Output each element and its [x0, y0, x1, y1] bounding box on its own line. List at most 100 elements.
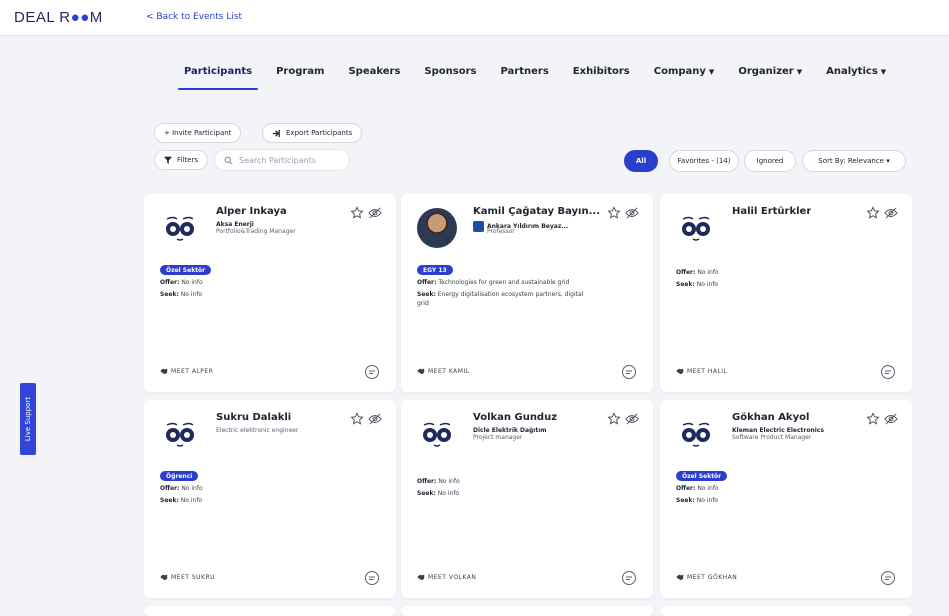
handshake-icon — [417, 574, 425, 581]
filter-ignored-button[interactable]: Ignored — [744, 150, 796, 172]
favorite-star-icon[interactable] — [607, 412, 621, 426]
filter-all-button[interactable]: All — [624, 150, 658, 172]
participant-name[interactable]: Sukru Dalakli — [216, 412, 291, 423]
participant-role: Software Product Manager — [732, 434, 812, 441]
chat-icon[interactable] — [621, 570, 637, 586]
chat-icon[interactable] — [880, 364, 896, 380]
participant-role: Project manager — [473, 434, 523, 441]
tab-company[interactable]: Company ▼ — [642, 60, 727, 90]
participant-type-badge: Özel Sektör — [676, 471, 728, 481]
tab-exhibitors[interactable]: Exhibitors — [561, 60, 642, 90]
participant-name[interactable]: Kamil Çağatay Bayın... — [473, 206, 600, 217]
participant-card: Kamil Çağatay Bayın... Ankara Yıldırım B… — [401, 194, 653, 392]
tab-speakers[interactable]: Speakers — [336, 60, 412, 90]
top-bar: DEAL R●●M < Back to Events List — [0, 0, 949, 36]
participant-card: Alper Inkaya Aksa Enerji Portfolio&Tradi… — [144, 194, 396, 392]
export-participants-label: Export Participants — [286, 129, 353, 137]
tab-program[interactable]: Program — [264, 60, 336, 90]
participant-type-badge: Öğrenci — [160, 471, 199, 481]
participant-card-partial — [144, 606, 396, 616]
ignore-eye-off-icon[interactable] — [368, 206, 382, 220]
deal-room-logo[interactable]: DEAL R●●M — [14, 9, 103, 26]
filters-button[interactable]: Filters — [154, 150, 208, 170]
ignore-eye-off-icon[interactable] — [625, 206, 639, 220]
invite-participant-button[interactable]: + Invite Participant — [154, 123, 242, 143]
default-avatar — [160, 208, 200, 248]
handshake-icon — [417, 368, 425, 375]
tab-participants[interactable]: Participants — [172, 60, 264, 90]
invite-participant-label: + Invite Participant — [164, 129, 232, 137]
handshake-icon — [676, 574, 684, 581]
participant-type-badge: EGY 13 — [417, 265, 453, 275]
ignore-eye-off-icon[interactable] — [625, 412, 639, 426]
participant-company: Aksa Enerji — [216, 221, 254, 228]
chat-icon[interactable] — [880, 570, 896, 586]
profile-photo — [417, 208, 457, 248]
logo-text-start: DEAL R — [14, 9, 71, 26]
live-support-label: Live Support — [24, 396, 32, 442]
favorite-star-icon[interactable] — [866, 206, 880, 220]
offer-text: Offer: No info — [676, 485, 719, 492]
chat-icon[interactable] — [364, 570, 380, 586]
meet-button[interactable]: MEET SUKRU — [160, 573, 215, 581]
offer-text: Offer: No info — [160, 279, 203, 286]
ignore-eye-off-icon[interactable] — [884, 206, 898, 220]
seek-text: Seek: No info — [676, 497, 719, 504]
meet-button[interactable]: MEET HALIL — [676, 367, 727, 375]
chat-icon[interactable] — [364, 364, 380, 380]
participant-name[interactable]: Alper Inkaya — [216, 206, 287, 217]
back-to-events-link[interactable]: < Back to Events List — [146, 12, 242, 22]
chevron-down-icon: ▼ — [708, 68, 715, 76]
filters-label: Filters — [177, 156, 198, 164]
seek-text-continued: grid — [417, 300, 429, 307]
ignore-eye-off-icon[interactable] — [368, 412, 382, 426]
meet-button[interactable]: MEET KAMIL — [417, 367, 470, 375]
offer-text: Offer: No info — [417, 478, 460, 485]
seek-text: Seek: Energy digitalisation ecosystem pa… — [417, 291, 584, 298]
participant-card: Sukru Dalakli Electric elektronic engine… — [144, 400, 396, 598]
export-icon — [272, 129, 280, 137]
participant-name[interactable]: Halil Ertürkler — [732, 206, 811, 217]
participant-name[interactable]: Volkan Gunduz — [473, 412, 557, 423]
handshake-icon — [676, 368, 684, 375]
filter-favorites-button[interactable]: Favorites - (14) — [669, 150, 739, 172]
handshake-icon — [160, 574, 168, 581]
search-box — [214, 149, 350, 171]
chevron-down-icon: ▼ — [796, 68, 803, 76]
tab-partners[interactable]: Partners — [488, 60, 560, 90]
chat-icon[interactable] — [621, 364, 637, 380]
tab-sponsors[interactable]: Sponsors — [412, 60, 488, 90]
participant-role: Portfolio&Trading Manager — [216, 228, 296, 235]
search-participants-input[interactable] — [239, 155, 339, 165]
offer-text: Offer: Technologies for green and sustai… — [417, 279, 570, 286]
live-support-tab[interactable]: Live Support — [20, 383, 36, 455]
meet-button[interactable]: MEET ALPER — [160, 367, 213, 375]
participant-role: Electric elektronic engineer — [216, 427, 299, 434]
favorite-star-icon[interactable] — [350, 206, 364, 220]
participant-card: Gökhan Akyol Kleman Electric Electronics… — [660, 400, 912, 598]
favorite-star-icon[interactable] — [607, 206, 621, 220]
default-avatar — [417, 414, 457, 454]
tab-organizer[interactable]: Organizer ▼ — [726, 60, 814, 90]
ignore-eye-off-icon[interactable] — [884, 412, 898, 426]
favorite-star-icon[interactable] — [350, 412, 364, 426]
tab-analytics[interactable]: Analytics ▼ — [814, 60, 898, 90]
meet-button[interactable]: MEET VOLKAN — [417, 573, 476, 581]
meet-button[interactable]: MEET GÖKHAN — [676, 573, 737, 581]
company-logo-icon — [473, 221, 484, 232]
favorite-star-icon[interactable] — [866, 412, 880, 426]
participant-card-partial — [660, 606, 912, 616]
default-avatar — [676, 208, 716, 248]
participant-company: Dicle Elektrik Dağıtım — [473, 427, 547, 434]
seek-text: Seek: No info — [160, 291, 203, 298]
filter-icon — [164, 156, 172, 164]
logo-text-end: M — [89, 9, 103, 26]
export-participants-button[interactable]: Export Participants — [262, 123, 363, 143]
participant-card: Volkan Gunduz Dicle Elektrik Dağıtım Pro… — [401, 400, 653, 598]
offer-text: Offer: No info — [160, 485, 203, 492]
chevron-down-icon: ▼ — [880, 68, 887, 76]
sort-by-dropdown[interactable]: Sort By: Relevance ▾ — [802, 150, 906, 172]
participant-name[interactable]: Gökhan Akyol — [732, 412, 809, 423]
handshake-icon — [160, 368, 168, 375]
offer-text: Offer: No info — [676, 269, 719, 276]
